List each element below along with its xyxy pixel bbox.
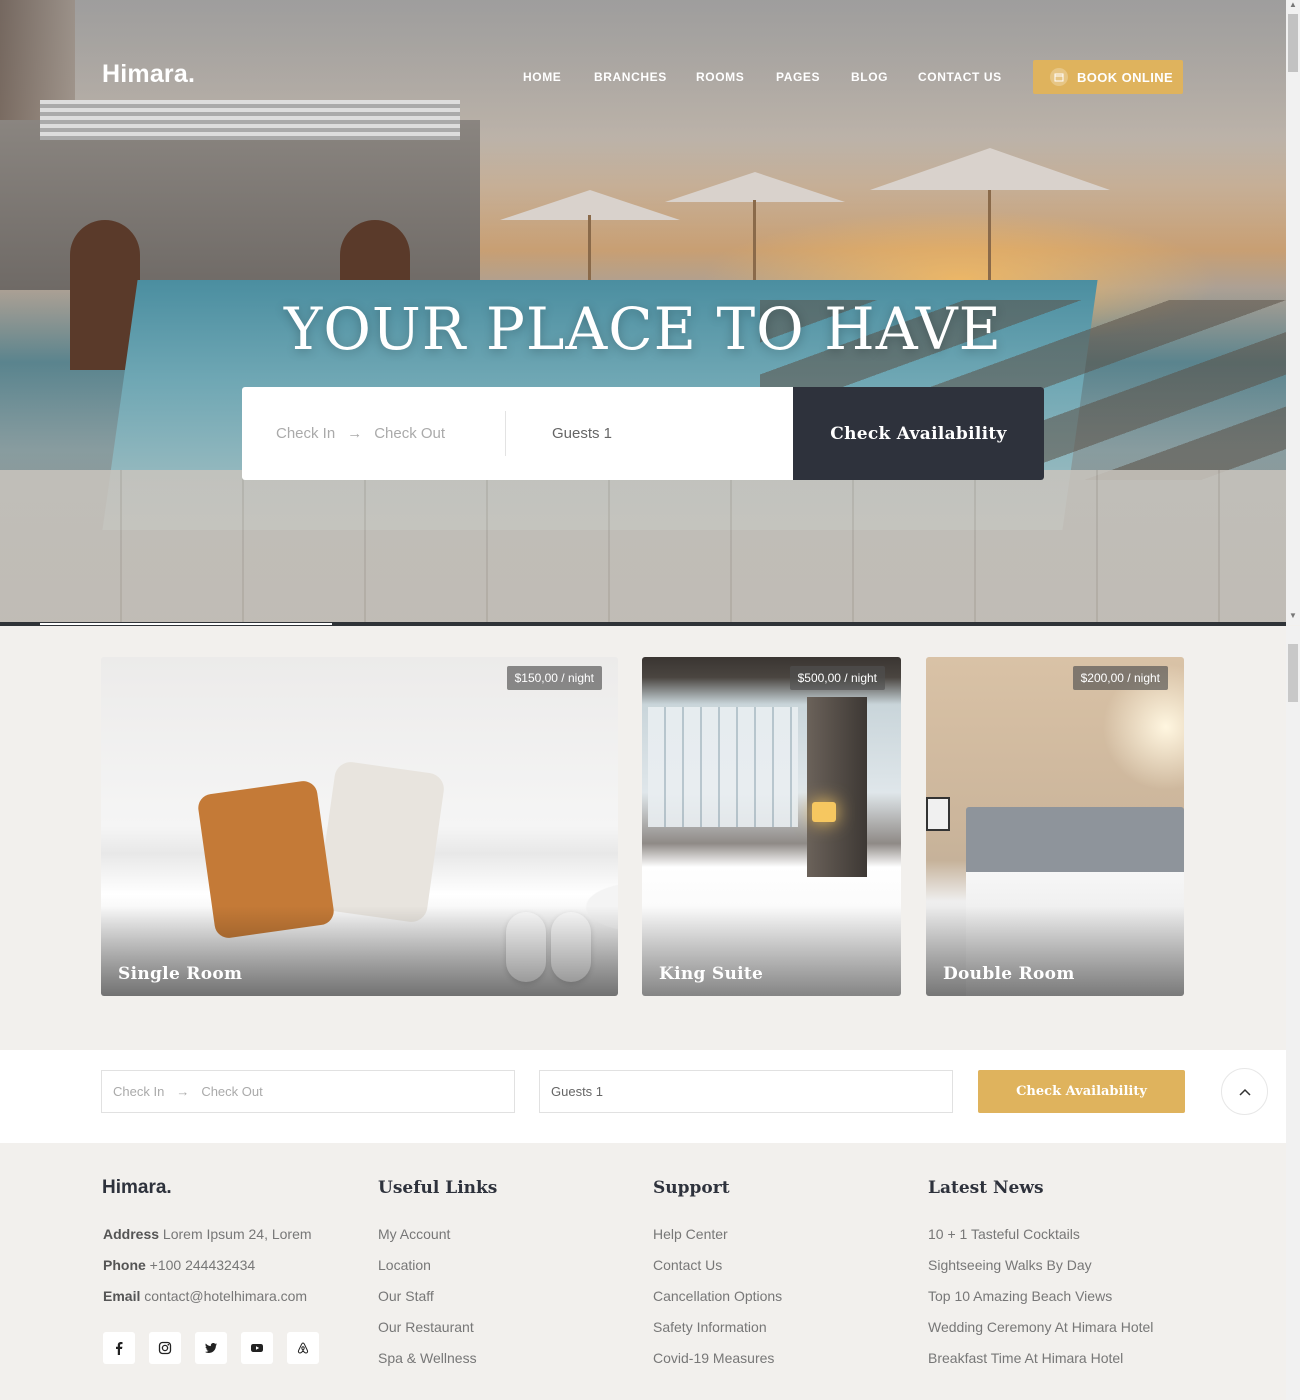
footer-link[interactable]: Safety Information bbox=[653, 1319, 767, 1335]
check-in-field[interactable]: Check In bbox=[276, 425, 335, 442]
book-online-label: BOOK ONLINE bbox=[1077, 69, 1174, 85]
nav-home[interactable]: HOME bbox=[523, 70, 561, 84]
footer-link[interactable]: Our Staff bbox=[378, 1288, 434, 1304]
arrow-right-icon: → bbox=[176, 1084, 190, 1099]
twitter-icon[interactable] bbox=[195, 1332, 227, 1364]
nav-contact-us[interactable]: CONTACT US bbox=[918, 70, 1002, 84]
nav-pages[interactable]: PAGES bbox=[776, 70, 820, 84]
airbnb-icon[interactable] bbox=[287, 1332, 319, 1364]
footer-link[interactable]: My Account bbox=[378, 1226, 450, 1242]
youtube-icon[interactable] bbox=[241, 1332, 273, 1364]
footer-support-title: Support bbox=[653, 1178, 730, 1198]
booking-check-availability-button[interactable]: Check Availability bbox=[978, 1070, 1185, 1113]
room-price-badge: $150,00 / night bbox=[506, 666, 602, 690]
footer-useful-links-title: Useful Links bbox=[378, 1178, 498, 1198]
footer-news-link[interactable]: Breakfast Time At Himara Hotel bbox=[928, 1350, 1123, 1366]
footer-phone-label: Phone bbox=[103, 1257, 146, 1273]
hero-scrollbar-thumb[interactable] bbox=[1288, 14, 1298, 72]
arrow-right-icon: → bbox=[347, 425, 363, 442]
booking-check-out: Check Out bbox=[201, 1084, 263, 1099]
hero-deck bbox=[0, 470, 1286, 625]
hero-slider-active-bar bbox=[40, 623, 332, 625]
footer-email-label: Email bbox=[103, 1288, 141, 1304]
footer-link[interactable]: Our Restaurant bbox=[378, 1319, 474, 1335]
hero-search-form: Check In → Check Out Guests 1 Check Availa… bbox=[242, 387, 1044, 480]
footer-address: Address Lorem Ipsum 24, Lorem bbox=[103, 1226, 312, 1242]
hero-slider-progress bbox=[0, 622, 1286, 626]
room-card-king-suite[interactable]: $500,00 / night King Suite bbox=[642, 657, 901, 996]
page-scrollbar-thumb[interactable] bbox=[1288, 644, 1298, 702]
room-pillow bbox=[316, 760, 446, 924]
hero-title: YOUR PLACE TO HAVE bbox=[284, 295, 1002, 363]
guests-field[interactable]: Guests 1 bbox=[552, 425, 612, 442]
check-out-field[interactable]: Check Out bbox=[374, 425, 445, 442]
footer-link[interactable]: Location bbox=[378, 1257, 431, 1273]
room-curtain bbox=[807, 697, 867, 877]
hero-umbrella bbox=[665, 172, 845, 202]
room-window bbox=[648, 707, 798, 827]
hero-date-range[interactable]: Check In → Check Out bbox=[276, 425, 445, 442]
footer-link[interactable]: Contact Us bbox=[653, 1257, 722, 1273]
footer-link[interactable]: Help Center bbox=[653, 1226, 728, 1242]
hero-umbrella bbox=[870, 148, 1110, 190]
facebook-icon[interactable] bbox=[103, 1332, 135, 1364]
footer-link[interactable]: Covid-19 Measures bbox=[653, 1350, 774, 1366]
hero-building-roof bbox=[40, 100, 460, 140]
site-logo[interactable]: Himara. bbox=[102, 60, 195, 89]
room-headboard bbox=[966, 807, 1184, 877]
footer-news-link[interactable]: 10 + 1 Tasteful Cocktails bbox=[928, 1226, 1080, 1242]
page-scrollbar-track[interactable] bbox=[1286, 626, 1300, 1400]
book-online-button[interactable]: BOOK ONLINE bbox=[1033, 60, 1183, 94]
booking-guests-field[interactable]: Guests 1 bbox=[539, 1070, 953, 1113]
room-lamp bbox=[812, 802, 836, 822]
footer-link[interactable]: Spa & Wellness bbox=[378, 1350, 477, 1366]
room-price-badge: $500,00 / night bbox=[789, 666, 885, 690]
footer-email: Email contact@hotelhimara.com bbox=[103, 1288, 307, 1304]
booking-check-in: Check In bbox=[113, 1084, 165, 1099]
room-name[interactable]: King Suite bbox=[659, 964, 763, 984]
scroll-up-arrow-icon[interactable]: ▲ bbox=[1287, 0, 1299, 12]
booking-date-range-field[interactable]: Check In → Check Out bbox=[101, 1070, 515, 1113]
nav-branches[interactable]: BRANCHES bbox=[594, 70, 667, 84]
booking-bar: Check In → Check Out Guests 1 Check Availa… bbox=[0, 1050, 1286, 1143]
nav-blog[interactable]: BLOG bbox=[851, 70, 888, 84]
footer-news-link[interactable]: Top 10 Amazing Beach Views bbox=[928, 1288, 1112, 1304]
room-name[interactable]: Single Room bbox=[118, 964, 242, 984]
footer-phone-value[interactable]: +100 244432434 bbox=[150, 1257, 256, 1273]
hero-building bbox=[0, 100, 480, 370]
footer-address-value: Lorem Ipsum 24, Lorem bbox=[162, 1226, 312, 1242]
hero-scrollbar-track[interactable] bbox=[1286, 0, 1300, 625]
chevron-up-icon bbox=[1238, 1088, 1251, 1096]
footer-latest-news-title: Latest News bbox=[928, 1178, 1044, 1198]
room-wall-picture bbox=[926, 797, 950, 831]
footer-link[interactable]: Cancellation Options bbox=[653, 1288, 782, 1304]
instagram-icon[interactable] bbox=[149, 1332, 181, 1364]
footer-news-link[interactable]: Wedding Ceremony At Himara Hotel bbox=[928, 1319, 1153, 1335]
room-card-single-room[interactable]: $150,00 / night Single Room bbox=[101, 657, 618, 996]
search-divider bbox=[505, 411, 506, 456]
footer-news-link[interactable]: Sightseeing Walks By Day bbox=[928, 1257, 1092, 1273]
footer-email-value[interactable]: contact@hotelhimara.com bbox=[144, 1288, 307, 1304]
footer-logo[interactable]: Himara. bbox=[102, 1177, 172, 1199]
footer-phone: Phone +100 244432434 bbox=[103, 1257, 255, 1273]
room-name[interactable]: Double Room bbox=[943, 964, 1075, 984]
room-price-badge: $200,00 / night bbox=[1072, 666, 1168, 690]
check-availability-button[interactable]: Check Availability bbox=[793, 387, 1044, 480]
calendar-icon bbox=[1050, 68, 1068, 86]
room-card-double-room[interactable]: $200,00 / night Double Room bbox=[926, 657, 1184, 996]
scroll-to-top-button[interactable] bbox=[1221, 1068, 1268, 1115]
footer-address-label: Address bbox=[103, 1226, 160, 1242]
scroll-down-arrow-icon[interactable]: ▼ bbox=[1287, 611, 1299, 623]
nav-rooms[interactable]: ROOMS bbox=[696, 70, 744, 84]
